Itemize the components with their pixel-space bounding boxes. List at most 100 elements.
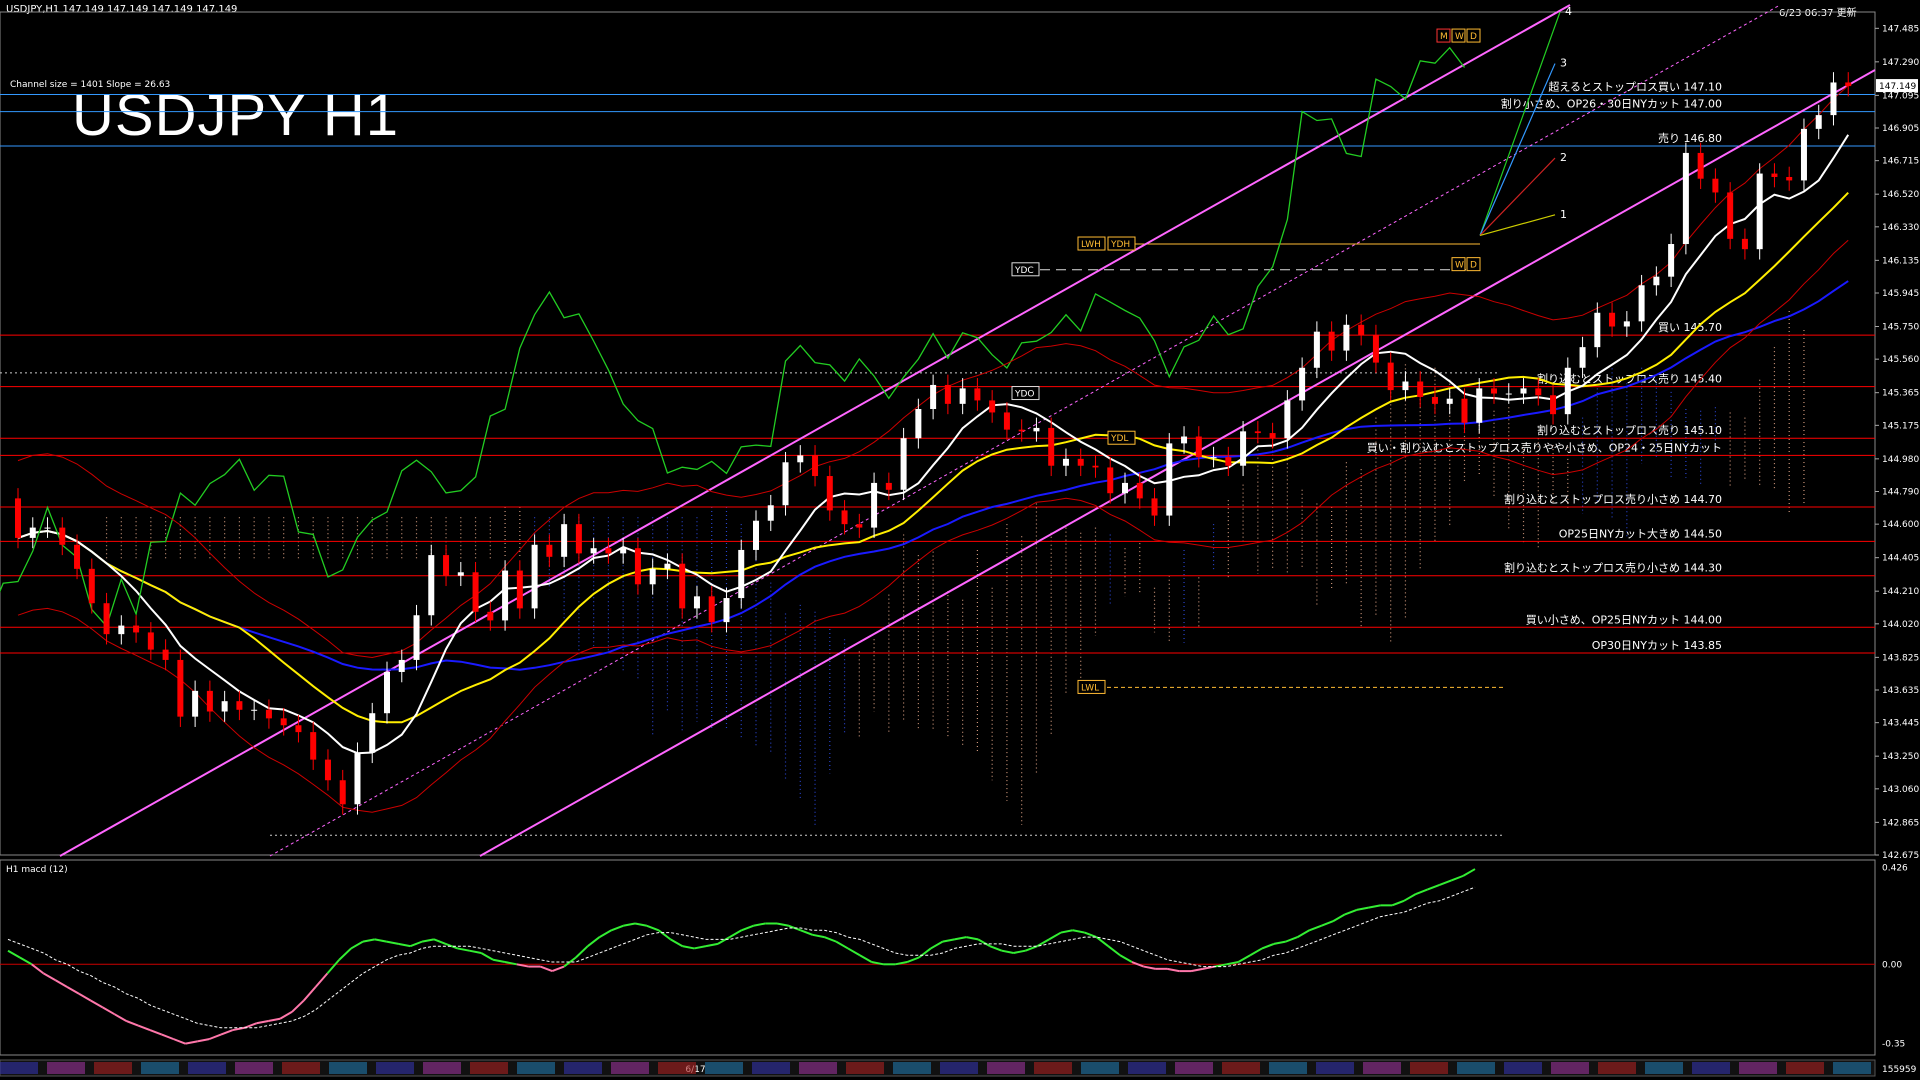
y-tick-label: 145.750 xyxy=(1882,323,1919,333)
macd-line-seg xyxy=(1391,899,1405,907)
candle-body xyxy=(1535,388,1542,396)
volume-tick-label: 155959 xyxy=(1882,1065,1917,1075)
timeline-block xyxy=(188,1062,226,1074)
current-price-label: 147.149 xyxy=(1879,82,1916,92)
macd-line-seg xyxy=(102,1006,115,1016)
candle-body xyxy=(1682,152,1689,245)
macd-line-seg xyxy=(1273,940,1286,945)
fan-line xyxy=(1479,214,1556,237)
macd-line-seg xyxy=(1309,924,1322,932)
timeline-block xyxy=(893,1062,931,1074)
timeline-block xyxy=(752,1062,790,1074)
y-tick-label: 146.905 xyxy=(1882,124,1919,134)
candle-body xyxy=(1092,465,1099,468)
macd-line-seg xyxy=(1036,938,1050,948)
macd-line-seg xyxy=(374,938,387,943)
timeline-block xyxy=(1598,1062,1636,1074)
timeline-block xyxy=(376,1062,414,1074)
macd-line-seg xyxy=(800,929,813,936)
candle-body xyxy=(1815,115,1822,129)
candle-body xyxy=(1062,458,1069,466)
y-tick-label: 147.290 xyxy=(1882,58,1919,68)
timeline-block xyxy=(564,1062,602,1074)
candle-body xyxy=(1623,321,1630,327)
candle-body xyxy=(15,498,21,538)
candle-body xyxy=(310,732,317,760)
candle-body xyxy=(192,690,199,717)
candle-body xyxy=(1579,347,1586,368)
candle-body xyxy=(1136,482,1143,499)
macd-line-seg xyxy=(42,972,56,982)
timeline-block xyxy=(1457,1062,1495,1074)
candle-body xyxy=(1387,362,1394,391)
candle-body xyxy=(782,462,789,506)
macd-line-seg xyxy=(326,959,341,975)
candle-body xyxy=(989,400,996,413)
timeline-block xyxy=(1739,1062,1777,1074)
price-level-label: 割り込むとストップロス売り小さめ 144.70 xyxy=(1504,492,1722,506)
candle-body xyxy=(1166,443,1173,516)
macd-line-seg xyxy=(1084,931,1097,939)
macd-line-seg xyxy=(1320,920,1334,927)
timeline-block xyxy=(846,1062,884,1074)
timeline-block xyxy=(1363,1062,1401,1074)
macd-line-seg xyxy=(599,929,612,938)
macd-line-seg xyxy=(587,936,601,947)
candle-body xyxy=(1638,285,1645,322)
macd-line-seg xyxy=(90,999,104,1009)
y-tick-label: 144.020 xyxy=(1882,620,1919,630)
price-level-label: 割り小さめ、OP26・30日NYカット 147.00 xyxy=(1501,97,1722,111)
macd-line-seg xyxy=(1249,947,1263,957)
macd-line-seg xyxy=(54,979,68,988)
macd-line-seg xyxy=(279,1011,293,1020)
macd-line-seg xyxy=(78,992,92,1002)
y-tick-label: 145.175 xyxy=(1882,421,1919,431)
macd-line-seg xyxy=(954,936,967,941)
candle-body xyxy=(1122,482,1128,494)
macd-line-seg xyxy=(291,999,305,1013)
candle-body xyxy=(44,527,51,529)
candle-body xyxy=(531,544,538,609)
macd-line-seg xyxy=(540,965,553,973)
macd-tick-label: -0.35 xyxy=(1882,1040,1905,1050)
timeline-block xyxy=(1504,1062,1542,1074)
candle-body xyxy=(1800,128,1807,181)
timeline-block xyxy=(1034,1062,1072,1074)
price-level-label: OP25日NYカット大きめ 144.50 xyxy=(1559,526,1722,540)
candle-body xyxy=(487,611,494,621)
candle-body xyxy=(1653,276,1660,286)
timeline-block xyxy=(1128,1062,1166,1074)
macd-line-seg xyxy=(847,947,861,957)
y-tick-label: 146.135 xyxy=(1882,256,1919,266)
macd-tick-label: 0.426 xyxy=(1882,864,1908,874)
candle-body xyxy=(1313,331,1320,368)
candle-body xyxy=(103,603,110,635)
macd-line-seg xyxy=(1119,954,1133,963)
candle-body xyxy=(1771,173,1778,177)
price-level-label: 買い 145.70 xyxy=(1658,321,1722,334)
candle-body xyxy=(162,649,169,660)
fan-label: 4 xyxy=(1565,5,1572,18)
candle-body xyxy=(339,780,346,805)
candle-body xyxy=(723,598,730,623)
candle-body xyxy=(1741,238,1748,250)
chart-canvas[interactable]: 147.485 147.290 147.095 146.905 146.715 146.5… xyxy=(0,0,1920,1080)
candle-body xyxy=(472,572,479,612)
candle-body xyxy=(1181,436,1188,444)
candle-body xyxy=(206,690,213,712)
macd-line-seg xyxy=(966,936,979,941)
marker-label: YDC xyxy=(1014,266,1034,276)
macd-line-seg xyxy=(989,945,1003,952)
timeline-block xyxy=(141,1062,179,1074)
macd-line-seg xyxy=(197,1038,210,1043)
timeline-bar xyxy=(0,1059,1876,1077)
candle-body xyxy=(398,659,405,672)
candle-body xyxy=(1358,324,1365,336)
macd-line-seg xyxy=(398,942,411,948)
macd-line-seg xyxy=(208,1033,222,1041)
macd-line-seg xyxy=(776,922,790,927)
macd-line-seg xyxy=(256,1020,269,1025)
candle-body xyxy=(1269,433,1276,439)
macd-line-seg xyxy=(433,938,447,945)
macd-line-seg xyxy=(480,952,494,961)
